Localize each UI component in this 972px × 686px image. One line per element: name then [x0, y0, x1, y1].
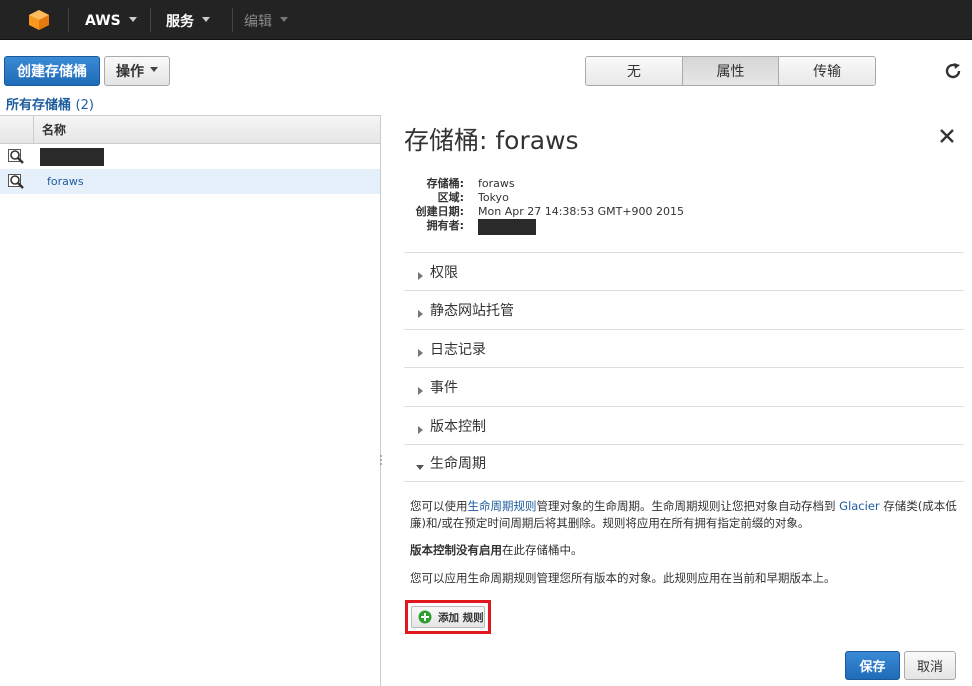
section-label: 版本控制	[430, 418, 486, 435]
header-icon-column	[0, 116, 34, 143]
chevron-right-icon	[416, 422, 424, 434]
property-created: 创建日期: Mon Apr 27 14:38:53 GMT+900 2015	[404, 205, 684, 219]
services-menu[interactable]: 服务	[166, 11, 210, 31]
tab-transfers[interactable]: 传输	[779, 57, 875, 85]
bucket-properties: 存储桶: foraws 区域: Tokyo 创建日期: Mon Apr 27 1…	[404, 177, 684, 239]
create-bucket-button[interactable]: 创建存储桶	[4, 56, 100, 86]
property-region: 区域: Tokyo	[404, 191, 684, 205]
lifecycle-text: 管理对象的生命周期。生命周期规则让您把对象自动存档到	[536, 499, 836, 513]
redacted-bucket-name	[40, 147, 104, 166]
refresh-icon[interactable]	[944, 62, 962, 80]
bucket-count: (2)	[75, 98, 94, 113]
edit-menu-label: 编辑	[244, 14, 272, 30]
add-rule-highlight: 添加 规则	[405, 600, 491, 634]
actions-button[interactable]: 操作	[104, 56, 170, 86]
chevron-down-icon	[280, 17, 288, 25]
cancel-button[interactable]: 取消	[904, 651, 956, 680]
property-value: Tokyo	[478, 191, 509, 204]
lifecycle-rules-link[interactable]: 生命周期规则	[468, 499, 537, 513]
property-label: 创建日期:	[415, 205, 464, 218]
property-value: Mon Apr 27 14:38:53 GMT+900 2015	[478, 205, 685, 218]
section-versioning[interactable]: 版本控制	[404, 406, 964, 444]
versioning-status-bold: 版本控制没有启用	[410, 543, 502, 557]
services-menu-label: 服务	[166, 14, 194, 30]
tab-none[interactable]: 无	[586, 57, 683, 85]
chevron-right-icon	[416, 345, 424, 357]
breadcrumb-label: 所有存储桶	[6, 98, 72, 113]
nav-separator	[150, 8, 151, 32]
property-value	[478, 219, 536, 239]
section-static-website-hosting[interactable]: 静态网站托管	[404, 290, 964, 328]
glacier-link[interactable]: Glacier	[839, 499, 879, 513]
property-label: 拥有者:	[426, 219, 464, 232]
nav-separator	[232, 8, 233, 32]
versioning-status: 版本控制没有启用在此存储桶中。	[410, 542, 960, 559]
save-button[interactable]: 保存	[845, 651, 900, 680]
page-title: 存储桶: foraws	[404, 126, 579, 155]
lifecycle-text: 您可以使用	[410, 499, 468, 513]
aws-menu-label: AWS	[85, 13, 121, 29]
add-rule-label: 添加 规则	[438, 611, 484, 624]
bucket-name[interactable]: foraws	[47, 175, 84, 188]
section-logging[interactable]: 日志记录	[404, 329, 964, 367]
table-row[interactable]	[0, 144, 380, 169]
magnifier-icon[interactable]	[0, 173, 34, 190]
property-label: 区域:	[437, 191, 464, 204]
tab-properties[interactable]: 属性	[682, 57, 780, 85]
chevron-down-icon	[202, 17, 210, 25]
chevron-right-icon	[416, 268, 424, 280]
chevron-down-icon	[128, 17, 137, 25]
actions-button-label: 操作	[116, 64, 144, 80]
table-row[interactable]: foraws	[0, 169, 380, 194]
table-header: 名称	[0, 116, 380, 144]
aws-cube-icon[interactable]	[28, 9, 50, 31]
lifecycle-description: 您可以使用生命周期规则管理对象的生命周期。生命周期规则让您把对象自动存档到 Gl…	[410, 498, 960, 532]
edit-menu[interactable]: 编辑	[244, 11, 288, 31]
property-value: foraws	[478, 177, 515, 190]
top-navigation-bar: AWS 服务 编辑	[0, 0, 972, 40]
chevron-down-icon	[416, 459, 424, 470]
versioning-status-text: 在此存储桶中。	[502, 543, 583, 557]
aws-menu[interactable]: AWS	[85, 11, 137, 31]
versions-description: 您可以应用生命周期规则管理您所有版本的对象。此规则应用在当前和早期版本上。	[410, 571, 836, 585]
magnifier-icon[interactable]	[0, 148, 34, 165]
breadcrumb[interactable]: 所有存储桶 (2)	[6, 94, 94, 113]
property-label: 存储桶:	[426, 177, 464, 190]
bucket-list: 名称 foraws	[0, 115, 381, 686]
section-label: 日志记录	[430, 341, 486, 358]
column-header-name[interactable]: 名称	[34, 121, 66, 138]
redacted-owner	[478, 219, 536, 235]
section-label: 生命周期	[430, 456, 486, 472]
chevron-down-icon	[150, 67, 158, 75]
view-toggle: 无 属性 传输	[585, 56, 876, 86]
section-permissions[interactable]: 权限	[404, 252, 964, 290]
chevron-right-icon	[416, 306, 424, 318]
add-rule-button[interactable]: 添加 规则	[411, 606, 485, 628]
nav-separator	[68, 8, 69, 32]
plus-circle-icon	[418, 610, 432, 624]
section-lifecycle[interactable]: 生命周期	[404, 444, 964, 482]
section-label: 权限	[430, 264, 458, 281]
property-owner: 拥有者:	[404, 219, 684, 239]
section-label: 事件	[430, 379, 458, 396]
property-bucket: 存储桶: foraws	[404, 177, 684, 191]
close-icon[interactable]	[938, 127, 956, 145]
section-label: 静态网站托管	[430, 302, 514, 319]
chevron-right-icon	[416, 383, 424, 395]
section-events[interactable]: 事件	[404, 367, 964, 405]
